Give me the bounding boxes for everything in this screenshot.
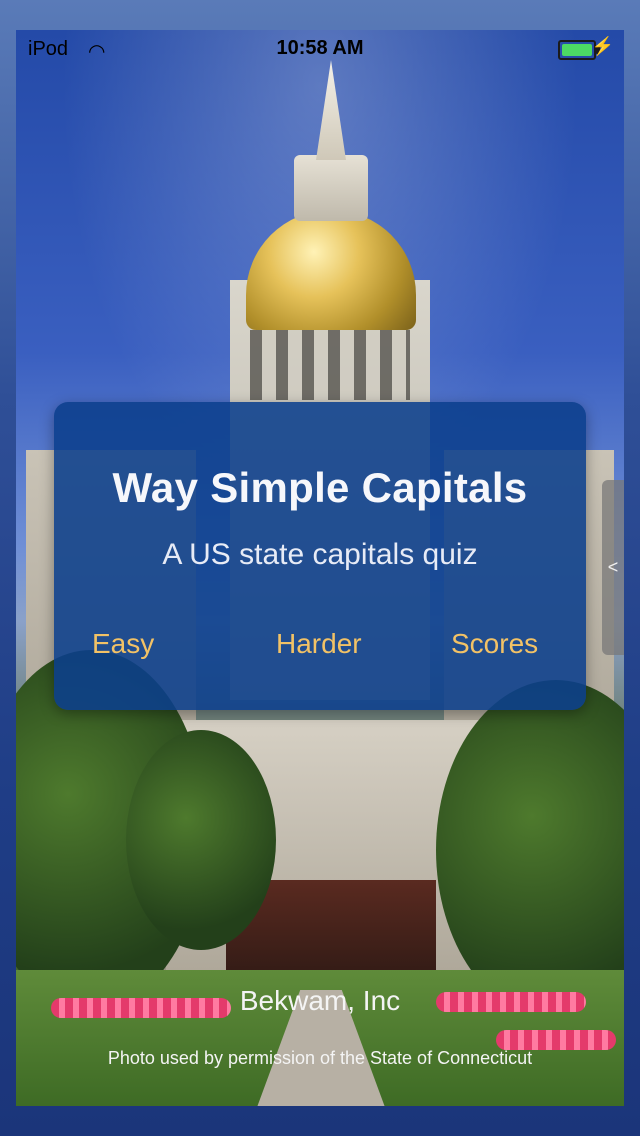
side-drawer-tab[interactable]: <: [602, 480, 624, 655]
tree-center-left: [126, 730, 276, 950]
tower-windows: [250, 330, 410, 400]
scores-button[interactable]: Scores: [451, 628, 538, 660]
menu-buttons: Easy Harder Scores: [54, 628, 586, 678]
battery-level: [562, 44, 592, 56]
main-menu-panel: Way Simple Capitals A US state capitals …: [54, 402, 586, 710]
status-time: 10:58 AM: [276, 37, 364, 59]
app-subtitle: A US state capitals quiz: [162, 538, 478, 571]
chevron-left-icon: <: [607, 557, 619, 577]
company-name: Bekwam, Inc: [239, 985, 401, 1016]
charging-bolt-icon: ⚡: [591, 36, 614, 56]
status-bar: iPod ◠ 10:58 AM ⚡: [16, 30, 624, 70]
harder-button[interactable]: Harder: [276, 628, 362, 660]
battery-icon: [558, 40, 600, 60]
flower-bed-far-right: [496, 1030, 616, 1050]
photo-credit: Photo used by permission of the State of…: [107, 1048, 533, 1068]
easy-button[interactable]: Easy: [92, 628, 154, 660]
dome-drum: [294, 155, 368, 221]
app-title: Way Simple Capitals: [112, 464, 528, 511]
